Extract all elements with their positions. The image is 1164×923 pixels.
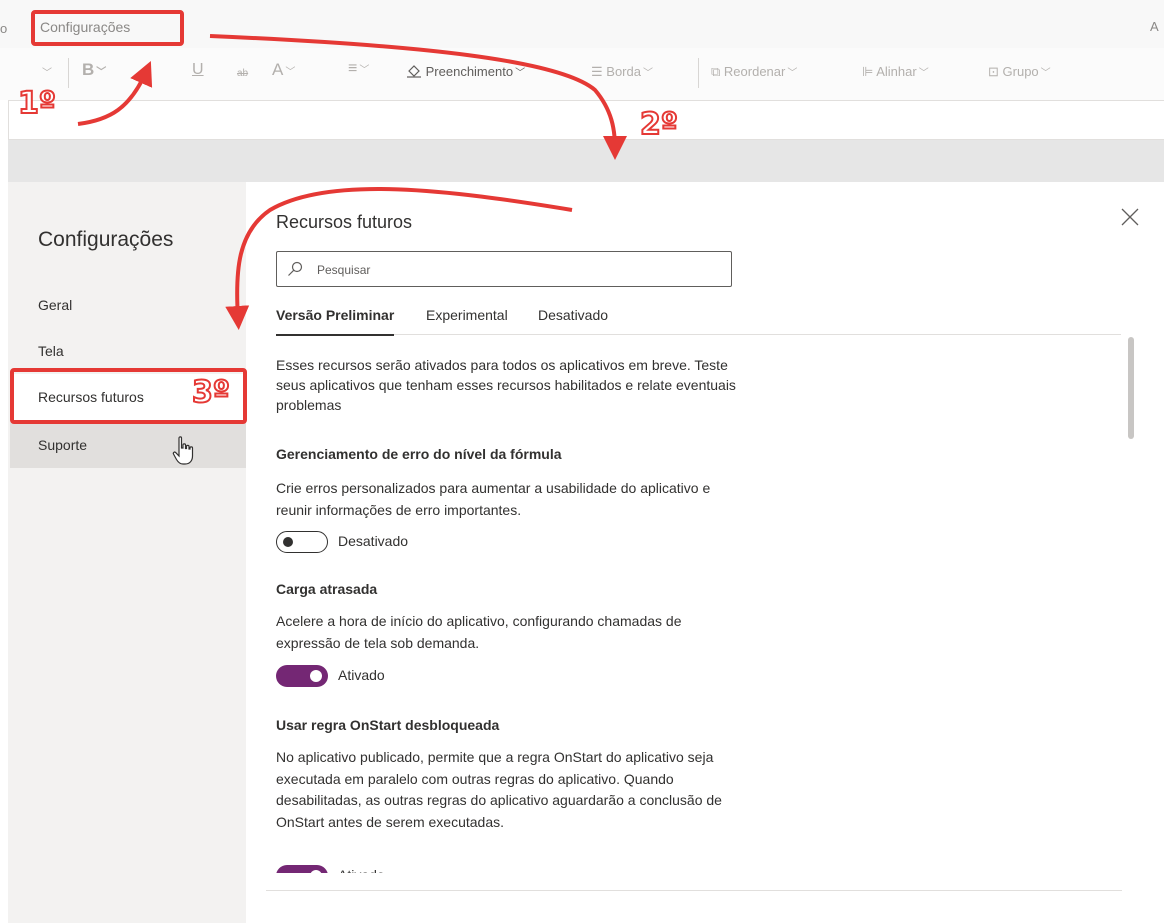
feature-title: Carga atrasada [276, 581, 378, 597]
feature-title: Gerenciamento de erro do nível da fórmul… [276, 446, 562, 462]
strikethrough-button[interactable]: ab [237, 68, 248, 79]
intro-text: Esses recursos serão ativados para todos… [276, 357, 736, 413]
toggle-knob [310, 870, 322, 873]
tab-experimental[interactable]: Experimental [426, 307, 508, 335]
features-list: Esses recursos serão ativados para todos… [276, 345, 1122, 873]
font-size-label: A [272, 60, 284, 79]
group-icon: ⊡ [988, 64, 999, 79]
feature-toggle[interactable] [276, 665, 328, 687]
ribbon-divider-2 [698, 58, 699, 88]
feature-description: No aplicativo publicado, permite que a r… [276, 749, 722, 830]
text-align-icon[interactable]: ≡ ﹀ [348, 60, 369, 78]
feature-toggle[interactable] [276, 531, 328, 553]
menu-item-partial-right[interactable]: A [1150, 19, 1159, 34]
tab-retired[interactable]: Desativado [538, 307, 608, 335]
search-input[interactable] [317, 260, 717, 280]
search-box [276, 251, 732, 287]
panel-title: Recursos futuros [276, 212, 413, 232]
reorder-button[interactable]: ⧉ Reordenar ﹀ [711, 64, 797, 80]
reorder-icon: ⧉ [711, 64, 721, 79]
step-2-label: 2º [639, 106, 679, 143]
group-button[interactable]: ⊡ Grupo ﹀ [988, 64, 1051, 80]
nav-item-general[interactable]: Geral [10, 282, 246, 328]
fill-button[interactable]: Preenchimento ﹀ [406, 64, 525, 79]
align-button[interactable]: ⊫ Alinhar ﹀ [862, 64, 929, 80]
align-label: Alinhar [876, 64, 917, 79]
reorder-label: Reordenar [723, 64, 786, 79]
bold-label: B [82, 60, 95, 79]
feature-title: Usar regra OnStart desbloqueada [276, 717, 500, 733]
underline-button[interactable]: U [192, 61, 204, 79]
app-screen: o Configurações A ﹀ B ﹀ U ab A ﹀ ≡ ﹀ Preenc… [0, 0, 1164, 923]
ribbon-divider [68, 58, 69, 88]
toggle-state-label: Ativado [338, 667, 385, 683]
align-icon: ⊫ [862, 64, 874, 79]
tab-preview[interactable]: Versão Preliminar [276, 307, 395, 336]
border-lines-icon: ☰ [591, 64, 603, 79]
toggle-state-label: Desativado [338, 533, 409, 549]
step-3-label: 3º [191, 374, 231, 411]
font-size-button[interactable]: A ﹀ [272, 60, 295, 80]
toggle-state-label: Ativado [338, 867, 385, 873]
search-icon [288, 261, 303, 276]
panel-footer-divider [266, 890, 1122, 891]
border-label: Borda [606, 64, 641, 79]
toggle-knob [283, 537, 293, 547]
paint-bucket-icon [407, 65, 421, 78]
close-icon[interactable] [1119, 206, 1141, 228]
bold-button[interactable]: B ﹀ [82, 60, 106, 80]
step-1-label: 1º [17, 85, 57, 122]
scrollbar-thumb[interactable] [1128, 337, 1134, 439]
feature-tabs: Versão Preliminar Experimental Desativad… [276, 307, 1121, 336]
border-button[interactable]: ☰ Borda ﹀ [591, 64, 653, 80]
highlight-settings-menu [31, 10, 184, 46]
settings-nav-title: Configurações [38, 228, 174, 251]
group-label: Grupo [1002, 64, 1039, 79]
feature-toggle[interactable] [276, 865, 328, 873]
menu-item-partial[interactable]: o [0, 21, 7, 36]
canvas-backdrop [8, 140, 1164, 182]
toggle-knob [310, 670, 322, 682]
font-dropdown-chevron[interactable]: ﹀ [40, 64, 52, 79]
feature-description: Acelere a hora de início do aplicativo, … [276, 613, 682, 651]
active-tab-underline [276, 334, 395, 336]
formula-bar[interactable] [8, 100, 1164, 140]
fill-label: Preenchimento [425, 64, 514, 79]
nav-item-support[interactable]: Suporte [10, 422, 246, 468]
feature-description: Crie erros personalizados para aumentar … [276, 480, 711, 518]
tab-preview-label: Versão Preliminar [276, 307, 395, 323]
hand-cursor-icon [172, 436, 194, 465]
